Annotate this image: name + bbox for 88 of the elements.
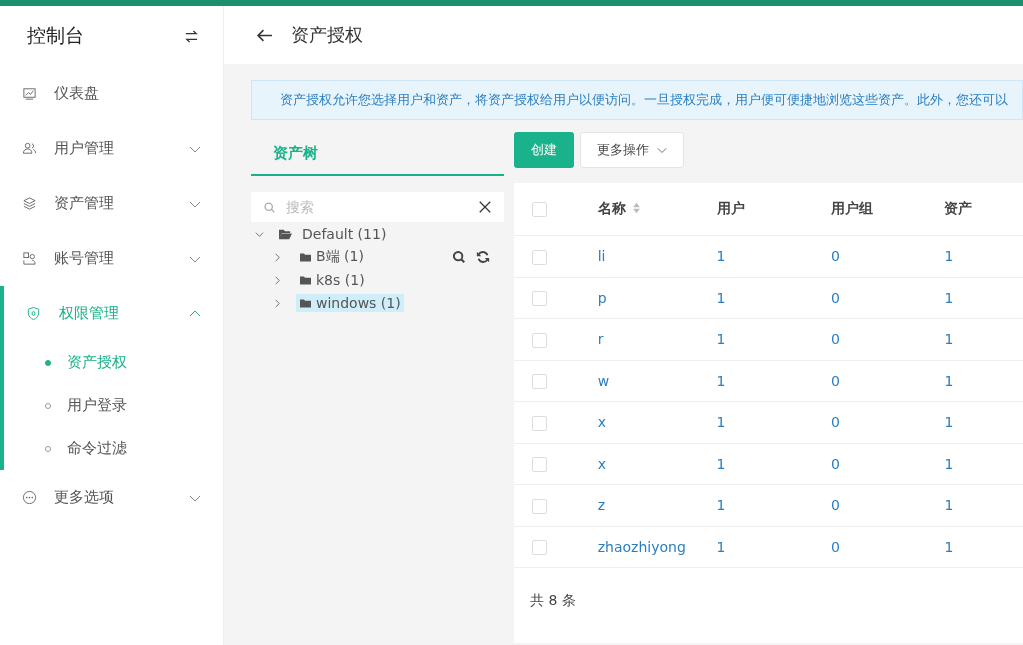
count-link[interactable]: 1 [716,538,726,555]
row-checkbox[interactable] [532,374,547,389]
count-link[interactable]: 0 [830,414,840,431]
column-header: 用户组 [830,183,945,236]
folder-icon [299,251,312,263]
asset-tree-tab[interactable]: 资产树 [251,132,504,176]
info-text: 资产授权允许您选择用户和资产，将资产授权给用户以便访问。一旦授权完成，用户便可便捷地浏览这些资产。此外，您还可以 [280,91,1008,109]
folder-icon [299,297,312,309]
name-link[interactable]: z [597,497,606,514]
menu-item[interactable]: 更多选项 [0,470,223,525]
chart-icon [22,86,37,101]
row-checkbox[interactable] [532,332,547,348]
row-checkbox[interactable] [532,249,547,265]
menu-item[interactable]: 用户管理 [0,121,223,176]
menu-item[interactable]: 仪表盘 [0,66,223,121]
tree-node[interactable]: B端 (1) [296,247,367,267]
count-link[interactable]: 0 [830,538,840,555]
tree-node[interactable]: k8s (1) [296,271,368,289]
count-link[interactable]: 1 [944,248,954,265]
count-link[interactable]: 1 [944,455,954,472]
count-link[interactable]: 1 [716,248,726,265]
console-title: 控制台 [27,23,84,48]
page-title: 资产授权 [291,23,363,47]
count-link[interactable]: 0 [830,455,840,472]
menu-item[interactable]: 资产管理 [0,176,223,231]
tree-node[interactable]: Default (11) [299,225,390,243]
name-link[interactable]: x [597,455,606,472]
name-link[interactable]: w [597,372,610,389]
shield-icon [26,306,41,321]
name-link[interactable]: li [597,248,606,265]
count-link[interactable]: 1 [716,372,726,389]
search-icon [263,200,276,214]
layers-icon [22,196,37,211]
count-link[interactable]: 0 [830,248,840,265]
menu-item[interactable]: 账号管理 [0,231,223,286]
count-link[interactable]: 0 [830,289,840,306]
create-button[interactable]: 创建 [514,132,574,168]
row-checkbox[interactable] [532,415,547,431]
more-icon [22,490,37,505]
caret-icon[interactable] [273,252,282,262]
count-link[interactable]: 1 [716,497,726,514]
name-link[interactable]: x [597,414,606,431]
select-all-checkbox[interactable] [532,202,547,218]
caret-icon[interactable] [273,275,282,285]
search-icon[interactable] [452,250,466,264]
count-link[interactable]: 1 [944,372,954,389]
count-link[interactable]: 1 [716,289,726,306]
count-link[interactable]: 1 [716,414,726,431]
count-link[interactable]: 0 [830,497,840,514]
count-link[interactable]: 1 [716,455,726,472]
search-field[interactable]: 搜索 [251,192,504,222]
total-count: 共 8 条 [530,592,576,610]
name-link[interactable]: p [597,289,607,306]
caret-icon[interactable] [255,229,264,239]
users-icon [22,141,37,156]
account-icon [22,251,37,266]
column-header[interactable]: 名称 [597,183,717,236]
tree-node[interactable]: windows (1) [296,294,404,312]
count-link[interactable]: 1 [944,289,954,306]
row-checkbox[interactable] [532,540,547,555]
sort-icon[interactable] [631,202,641,214]
count-link[interactable]: 1 [944,414,954,431]
caret-icon[interactable] [273,298,282,308]
count-link[interactable]: 1 [716,331,726,348]
folder-icon [299,274,312,286]
name-link[interactable]: zhaozhiyong [597,538,686,555]
count-link[interactable]: 1 [944,538,954,555]
count-link[interactable]: 0 [830,331,840,348]
column-header: 资产 [944,183,1023,236]
submenu-item[interactable]: 资产授权 [4,341,223,384]
count-link[interactable]: 1 [944,331,954,348]
count-link[interactable]: 1 [944,497,954,514]
name-link[interactable]: r [597,331,604,348]
folder-icon [278,227,293,241]
row-checkbox[interactable] [532,457,547,472]
refresh-icon[interactable] [476,250,490,264]
more-actions-dropdown[interactable]: 更多操作 [580,132,684,168]
swap-arrows-icon[interactable] [184,28,199,44]
submenu-item[interactable]: 命令过滤 [4,427,223,470]
column-header: 用户 [716,183,831,236]
close-icon[interactable] [478,200,492,214]
submenu-item[interactable]: 用户登录 [4,384,223,427]
menu-item[interactable]: 权限管理 [4,286,223,341]
chevron-icon [657,145,667,155]
row-checkbox[interactable] [532,291,547,306]
row-checkbox[interactable] [532,498,547,514]
count-link[interactable]: 0 [830,372,840,389]
search-input[interactable]: 搜索 [284,198,470,216]
